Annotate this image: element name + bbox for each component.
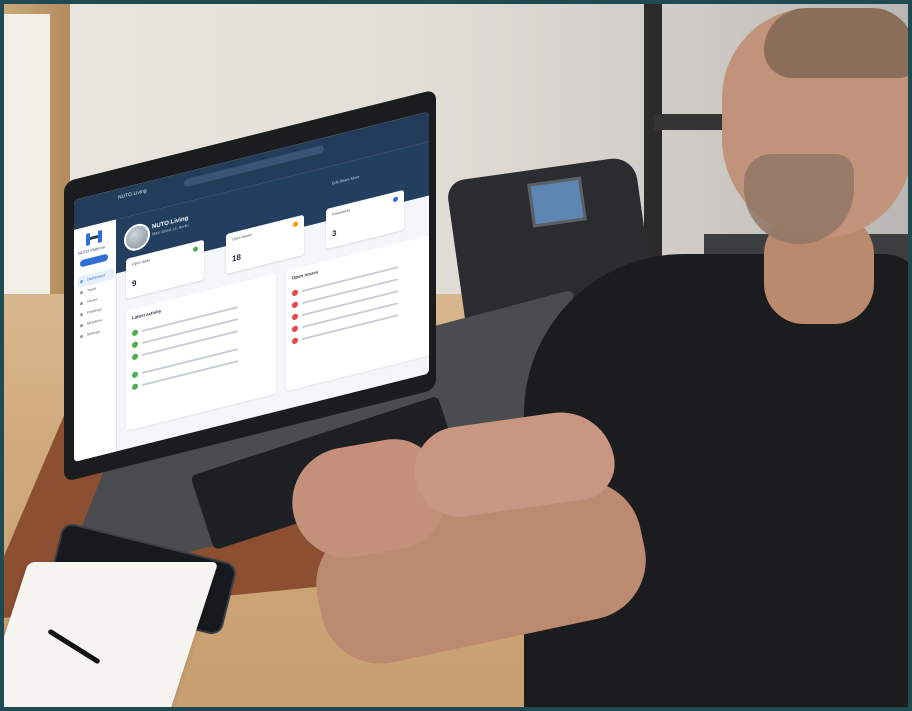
status-dot — [293, 221, 298, 228]
topbar-project-name: NUTO Living — [118, 187, 147, 202]
stat-value: 9 — [132, 278, 137, 289]
stat-value: 3 — [332, 228, 337, 239]
alert-icon — [292, 289, 298, 297]
check-icon — [132, 353, 138, 361]
alert-icon — [292, 337, 298, 345]
man-hair — [764, 8, 908, 78]
check-icon — [132, 329, 138, 337]
stat-label: Open issues — [232, 232, 252, 242]
alert-icon — [292, 325, 298, 333]
desk-phone-display — [527, 176, 587, 228]
status-dot — [193, 246, 198, 253]
panel-title: Open issues — [292, 269, 319, 281]
new-button[interactable] — [80, 253, 108, 268]
activity-panel: Latest activity — [126, 273, 276, 432]
issues-panel: Open issues — [286, 233, 429, 392]
check-icon — [132, 341, 138, 349]
panel-title: Latest activity — [132, 308, 162, 321]
stat-value: 18 — [232, 252, 241, 264]
alert-icon — [292, 301, 298, 309]
stat-label: Documents — [332, 208, 351, 217]
status-dot — [393, 196, 398, 203]
check-icon — [132, 371, 138, 379]
app-sidebar: NUTO Platform Dashboard Tasks Issues Dra… — [74, 219, 117, 462]
sidebar-nav: Dashboard Tasks Issues Drawings Members … — [78, 268, 114, 343]
check-icon — [132, 383, 138, 391]
office-photo: NUTO Living NUTO Platform Dashboard Task… — [4, 4, 908, 707]
alert-icon — [292, 313, 298, 321]
stat-label: Open tasks — [132, 258, 151, 267]
